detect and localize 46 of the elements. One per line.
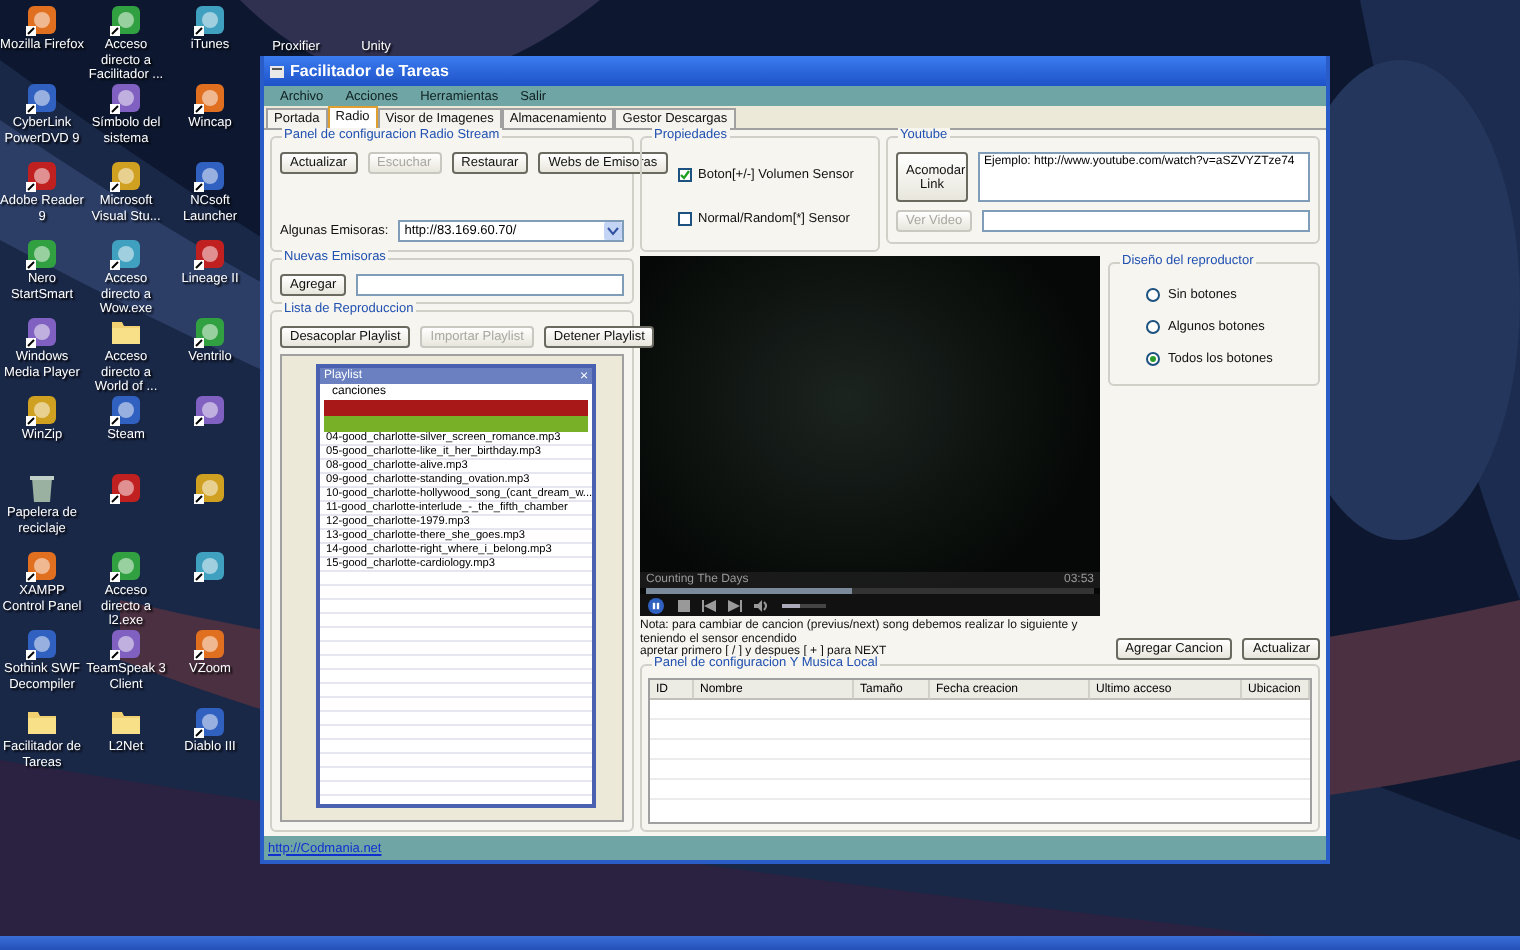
app-icon bbox=[270, 65, 284, 77]
app-icon[interactable] bbox=[194, 82, 226, 114]
app-icon[interactable] bbox=[26, 82, 58, 114]
folder-icon[interactable] bbox=[26, 706, 58, 738]
radio-button[interactable] bbox=[1146, 287, 1160, 302]
folder-icon[interactable] bbox=[110, 316, 142, 348]
recycle-bin-icon[interactable] bbox=[26, 472, 58, 504]
volume-icon[interactable] bbox=[754, 597, 770, 613]
app-icon[interactable] bbox=[26, 316, 58, 348]
app-icon[interactable] bbox=[26, 160, 58, 192]
app-icon[interactable] bbox=[110, 394, 142, 426]
app-icon[interactable] bbox=[194, 472, 226, 504]
app-icon[interactable] bbox=[194, 706, 226, 738]
app-icon[interactable] bbox=[194, 394, 226, 426]
app-icon[interactable] bbox=[194, 160, 226, 192]
dropdown-arrow-icon[interactable] bbox=[604, 222, 622, 240]
video-input-field[interactable] bbox=[982, 210, 1310, 232]
app-icon[interactable] bbox=[110, 160, 142, 192]
app-icon[interactable] bbox=[110, 238, 142, 270]
window-title: Facilitador de Tareas bbox=[290, 62, 449, 80]
folder-icon[interactable] bbox=[110, 706, 142, 738]
app-icon[interactable] bbox=[26, 238, 58, 270]
app-icon[interactable] bbox=[194, 238, 226, 270]
seek-bar[interactable] bbox=[646, 588, 1094, 594]
pause-icon[interactable] bbox=[646, 597, 666, 613]
radio-button[interactable] bbox=[1146, 319, 1160, 334]
next-icon[interactable] bbox=[728, 597, 742, 613]
app-icon[interactable] bbox=[194, 316, 226, 348]
app-icon[interactable] bbox=[26, 628, 58, 660]
checkbox[interactable] bbox=[678, 167, 692, 182]
previous-icon[interactable] bbox=[702, 597, 716, 613]
app-icon[interactable] bbox=[110, 550, 142, 582]
app-icon[interactable] bbox=[194, 4, 226, 36]
app-icon[interactable] bbox=[194, 628, 226, 660]
app-icon[interactable] bbox=[26, 394, 58, 426]
app-icon[interactable] bbox=[194, 550, 226, 582]
app-icon[interactable] bbox=[26, 4, 58, 36]
radio-button[interactable] bbox=[1146, 352, 1160, 367]
station-input-field[interactable] bbox=[356, 274, 624, 296]
checkbox[interactable] bbox=[678, 212, 692, 227]
app-icon[interactable] bbox=[110, 4, 142, 36]
app-icon[interactable] bbox=[110, 472, 142, 504]
app-icon[interactable] bbox=[110, 628, 142, 660]
app-icon[interactable] bbox=[110, 82, 142, 114]
app-icon[interactable] bbox=[26, 550, 58, 582]
stop-icon[interactable] bbox=[678, 597, 690, 613]
